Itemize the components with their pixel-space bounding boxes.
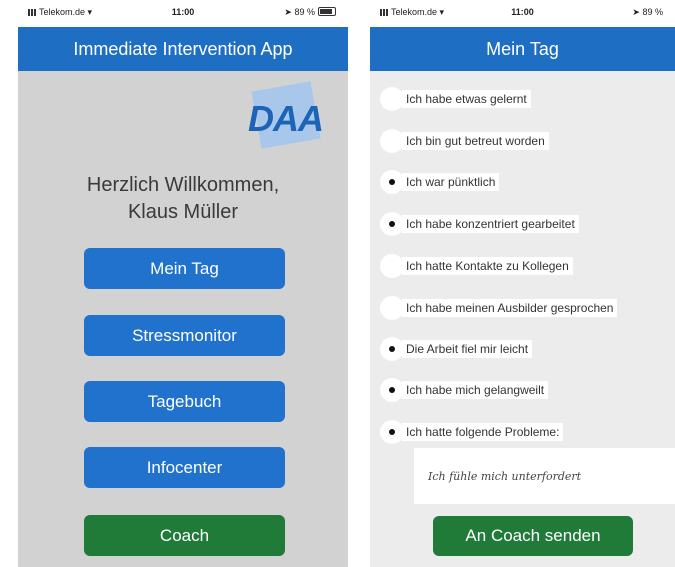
- item-label: Ich habe etwas gelernt: [402, 90, 531, 108]
- problems-input[interactable]: Ich fühle mich unterfordert: [414, 448, 675, 504]
- list-item[interactable]: Ich bin gut betreut worden: [370, 126, 675, 156]
- welcome-user-name: Klaus Müller: [127, 201, 239, 223]
- daa-logo: DAA: [228, 81, 343, 152]
- list-item[interactable]: Ich habe meinen Ausbilder gesprochen: [370, 293, 675, 323]
- logo-text: DAA: [248, 98, 324, 139]
- item-label: Ich war pünktlich: [402, 173, 500, 191]
- battery-percent: 89 %: [294, 7, 315, 17]
- send-to-coach-button[interactable]: An Coach senden: [433, 516, 633, 556]
- radio-button[interactable]: [380, 254, 404, 278]
- item-label: Ich hatte Kontakte zu Kollegen: [402, 257, 573, 275]
- item-label: Ich habe mich gelangweilt: [402, 381, 549, 399]
- radio-button[interactable]: [380, 212, 404, 236]
- radio-button[interactable]: [380, 378, 404, 402]
- welcome-message: Herzlich Willkommen, Klaus Müller: [18, 172, 348, 226]
- mein-tag-screen: Telekom.de ▾ 11:00 ➤ 89 % Mein Tag Ich h…: [370, 0, 675, 567]
- radio-button[interactable]: [380, 296, 404, 320]
- location-icon: ➤: [284, 7, 292, 17]
- radio-button[interactable]: [380, 337, 404, 361]
- tagebuch-button[interactable]: Tagebuch: [84, 381, 285, 422]
- app-title: Immediate Intervention App: [18, 27, 348, 71]
- status-bar: Telekom.de ▾ 11:00 ➤ 89 %: [18, 0, 348, 27]
- list-item[interactable]: Ich habe mich gelangweilt: [370, 375, 675, 405]
- battery-icon: [318, 7, 336, 16]
- item-label: Ich habe konzentriert gearbeitet: [402, 215, 579, 233]
- radio-dot: [389, 429, 395, 435]
- radio-dot: [389, 179, 395, 185]
- list-item[interactable]: Ich hatte Kontakte zu Kollegen: [370, 251, 675, 281]
- infocenter-button[interactable]: Infocenter: [84, 447, 285, 488]
- screen-title: Mein Tag: [370, 27, 675, 71]
- list-item[interactable]: Ich war pünktlich: [370, 167, 675, 197]
- radio-dot: [389, 221, 395, 227]
- item-label: Die Arbeit fiel mir leicht: [402, 340, 533, 358]
- status-bar: Telekom.de ▾ 11:00 ➤ 89 %: [370, 0, 675, 27]
- clock: 11:00: [511, 7, 534, 17]
- radio-dot: [389, 346, 395, 352]
- location-icon: ➤: [632, 7, 640, 17]
- battery-percent: 89 %: [642, 7, 663, 17]
- list-item[interactable]: Ich habe etwas gelernt: [370, 84, 675, 114]
- list-item[interactable]: Die Arbeit fiel mir leicht: [370, 334, 675, 364]
- radio-button[interactable]: [380, 129, 404, 153]
- mein-tag-button[interactable]: Mein Tag: [84, 248, 285, 289]
- radio-button[interactable]: [380, 420, 404, 444]
- radio-dot: [389, 387, 395, 393]
- item-label: Ich bin gut betreut worden: [402, 132, 549, 150]
- radio-button[interactable]: [380, 170, 404, 194]
- coach-button[interactable]: Coach: [84, 515, 285, 556]
- stressmonitor-button[interactable]: Stressmonitor: [84, 315, 285, 356]
- home-screen: Telekom.de ▾ 11:00 ➤ 89 % Immediate Inte…: [18, 0, 348, 567]
- welcome-greeting: Herzlich Willkommen,: [86, 174, 280, 196]
- item-label: Ich habe meinen Ausbilder gesprochen: [402, 299, 618, 317]
- problems-text: Ich fühle mich unterfordert: [428, 470, 582, 483]
- radio-button[interactable]: [380, 87, 404, 111]
- list-item[interactable]: Ich hatte folgende Probleme:: [370, 417, 675, 447]
- item-label: Ich hatte folgende Probleme:: [402, 423, 564, 441]
- list-item[interactable]: Ich habe konzentriert gearbeitet: [370, 209, 675, 239]
